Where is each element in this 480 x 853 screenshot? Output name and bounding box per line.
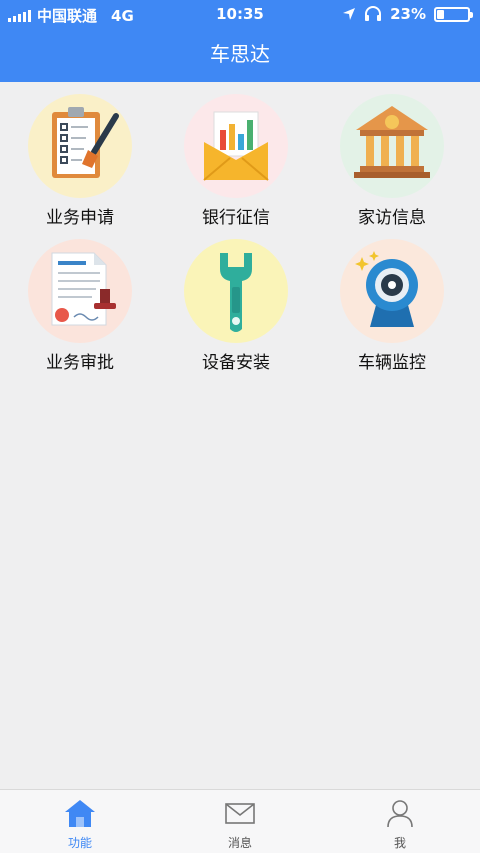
tab-messages[interactable]: 消息 (160, 790, 320, 853)
tab-bar: 功能 消息 我 (0, 789, 480, 853)
status-bar: 中国联通 4G 10:35 23% (0, 0, 480, 28)
wrench-icon (184, 239, 288, 343)
feature-device-install[interactable]: 设备安装 (156, 227, 316, 373)
page-title: 车思达 (210, 42, 270, 66)
battery-percent: 23% (390, 5, 426, 23)
envelope-report-icon (184, 94, 288, 198)
headphones-icon (365, 6, 382, 21)
tab-functions[interactable]: 功能 (0, 790, 160, 853)
clipboard-checklist-icon (28, 94, 132, 198)
top-bar: 中国联通 4G 10:35 23% 车思达 (0, 0, 480, 82)
envelope-icon (225, 803, 255, 824)
feature-label: 设备安装 (202, 353, 270, 373)
feature-home-visit[interactable]: 家访信息 (312, 82, 472, 228)
feature-bank-credit[interactable]: 银行征信 (156, 82, 316, 228)
battery-icon (434, 6, 473, 22)
feature-business-approval[interactable]: 业务审批 (0, 227, 160, 373)
feature-vehicle-monitor[interactable]: 车辆监控 (312, 227, 472, 373)
feature-label: 车辆监控 (358, 353, 426, 373)
webcam-icon (340, 239, 444, 343)
bank-building-icon (340, 94, 444, 198)
location-arrow-icon (343, 8, 356, 20)
home-icon (65, 800, 95, 827)
approved-document-icon (28, 239, 132, 343)
user-icon (387, 800, 413, 828)
feature-label: 业务审批 (46, 353, 114, 373)
tab-label: 我 (393, 836, 406, 850)
tab-me[interactable]: 我 (320, 790, 480, 853)
feature-label: 银行征信 (202, 208, 270, 228)
feature-label: 业务申请 (46, 208, 114, 228)
feature-label: 家访信息 (358, 208, 426, 228)
tab-label: 消息 (227, 836, 252, 850)
tab-label: 功能 (67, 836, 92, 850)
feature-business-apply[interactable]: 业务申请 (0, 82, 160, 228)
